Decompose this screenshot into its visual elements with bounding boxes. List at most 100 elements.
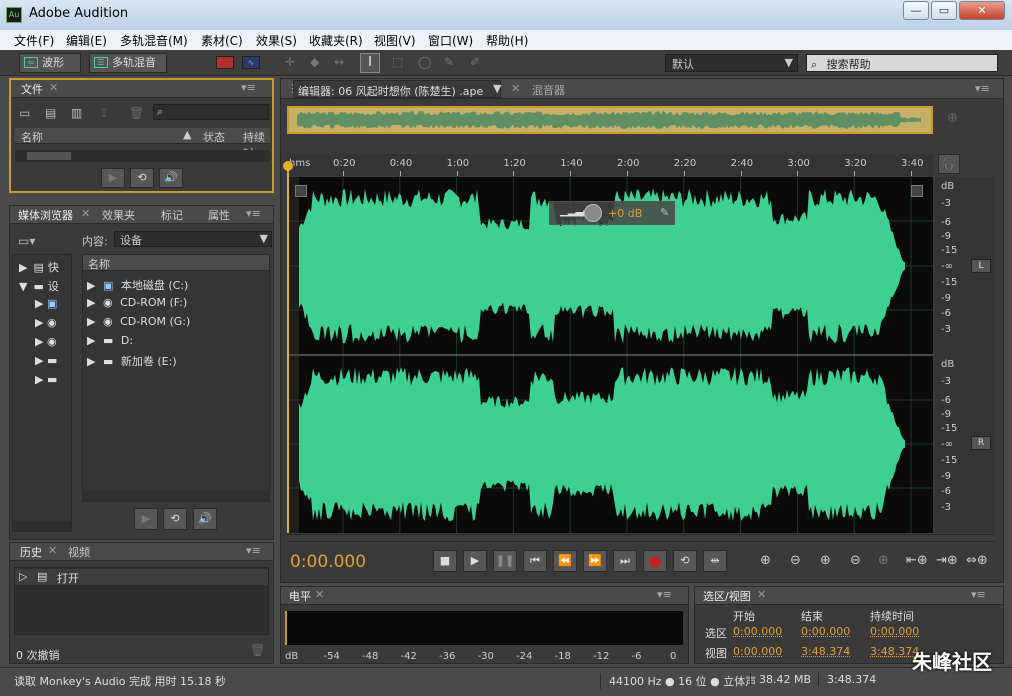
- fast-forward-button[interactable]: ⏩: [583, 550, 607, 572]
- close-icon[interactable]: ✕: [315, 588, 324, 601]
- hud-volume[interactable]: ▁▂▃▄ +0 dB ✎: [549, 201, 675, 225]
- tree-row[interactable]: ▶ ◉: [35, 316, 57, 329]
- tab-properties[interactable]: 属性: [208, 207, 230, 223]
- zoom-selection-icon[interactable]: ⇔⊕: [966, 553, 988, 568]
- brush-tool-icon[interactable]: ✎: [444, 55, 454, 69]
- zoom-out-full-icon[interactable]: ⊕: [878, 553, 889, 568]
- col-name[interactable]: 名称: [21, 129, 43, 145]
- tree-scrollbar[interactable]: [13, 521, 71, 531]
- menu-multitrack[interactable]: 多轨混音(M): [120, 32, 188, 49]
- view-start-value[interactable]: 0:00.000: [733, 645, 782, 658]
- selection-duration-value[interactable]: 0:00.000: [870, 625, 919, 638]
- export-icon[interactable]: ⇪: [99, 106, 109, 120]
- panel-menu-icon[interactable]: ▾≡: [246, 544, 261, 557]
- new-file-icon[interactable]: ▭: [19, 106, 30, 120]
- tree-row[interactable]: ▶ ▬: [35, 373, 57, 386]
- list-item[interactable]: ▶ ▬ D:: [87, 334, 133, 347]
- zoom-out-point-icon[interactable]: ⇥⊕: [936, 553, 958, 568]
- spot-healing-icon[interactable]: ✐: [470, 55, 480, 69]
- zoom-in-point-icon[interactable]: ⇤⊕: [906, 553, 928, 568]
- play-button[interactable]: ▶: [463, 550, 487, 572]
- panel-menu-icon[interactable]: ▾≡: [657, 588, 672, 601]
- minimize-button[interactable]: —: [903, 1, 929, 20]
- scroll-thumb[interactable]: [27, 152, 71, 160]
- help-search-input[interactable]: ⌕ 搜索帮助: [806, 54, 998, 72]
- trash-icon[interactable]: 🗑: [250, 643, 265, 657]
- menu-clip[interactable]: 素材(C): [201, 32, 243, 49]
- open-folder-icon[interactable]: ▤: [45, 106, 56, 120]
- content-select[interactable]: 设备 ▼: [114, 231, 272, 247]
- play-preview-button[interactable]: ▶: [101, 168, 125, 188]
- waveform-display[interactable]: ▁▂▃▄ +0 dB ✎: [287, 177, 933, 533]
- volume-knob-icon[interactable]: [584, 204, 602, 222]
- trash-icon[interactable]: 🗑: [129, 106, 144, 120]
- tab-effects-rack[interactable]: 效果夹: [102, 207, 135, 223]
- menu-edit[interactable]: 编辑(E): [66, 32, 107, 49]
- loop-preview-button[interactable]: ⟲: [130, 168, 154, 188]
- menu-effects[interactable]: 效果(S): [256, 32, 297, 49]
- zoom-in-amplitude-icon[interactable]: ⊕: [760, 553, 771, 568]
- tab-mixer[interactable]: 混音器: [532, 82, 565, 98]
- tree-row[interactable]: ▶ ▤ 快: [19, 259, 59, 275]
- time-ruler[interactable]: hms 0:20 0:40 1:00 1:20 1:40 2:00 2:20 2:40 3:00…: [287, 154, 933, 176]
- history-item[interactable]: ▷ ▤ 打开: [15, 569, 268, 585]
- zoom-out-time-icon[interactable]: ⊖: [850, 553, 861, 568]
- tab-files[interactable]: 文件: [21, 81, 43, 97]
- rewind-button[interactable]: ⏪: [553, 550, 577, 572]
- files-scrollbar[interactable]: [15, 150, 270, 162]
- loop-preview-button[interactable]: ⟲: [163, 508, 187, 530]
- list-item[interactable]: ▶ ▣ 本地磁盘 (C:): [87, 277, 188, 293]
- menu-favorites[interactable]: 收藏夹(R): [309, 32, 363, 49]
- zoom-lock-icon[interactable]: ⊕: [947, 111, 958, 126]
- tab-video[interactable]: 视频: [68, 544, 90, 560]
- waveform-button[interactable]: ≈ 波形: [19, 53, 81, 73]
- slip-tool-icon[interactable]: ↔: [334, 55, 344, 69]
- lasso-tool-icon[interactable]: ◯: [418, 55, 431, 69]
- marquee-tool-icon[interactable]: ⬚: [392, 55, 403, 69]
- auto-play-button[interactable]: 🔊: [159, 168, 183, 188]
- list-scrollbar[interactable]: [83, 491, 269, 501]
- tree-row[interactable]: ▶ ◉: [35, 335, 57, 348]
- spectral-pitch-icon[interactable]: ∿: [242, 56, 260, 69]
- menu-file[interactable]: 文件(F): [14, 32, 54, 49]
- tab-selection-view[interactable]: 选区/视图: [703, 588, 751, 604]
- playhead[interactable]: [287, 163, 289, 533]
- list-item[interactable]: ▶ ◉ CD-ROM (G:): [87, 315, 190, 328]
- close-icon[interactable]: ✕: [757, 588, 766, 601]
- close-icon[interactable]: ✕: [511, 82, 520, 95]
- zoom-out-amplitude-icon[interactable]: ⊖: [790, 553, 801, 568]
- headphones-icon[interactable]: 🎧: [938, 154, 960, 174]
- selection-end-value[interactable]: 0:00.000: [801, 625, 850, 638]
- tab-history[interactable]: 历史: [20, 544, 42, 560]
- view-end-value[interactable]: 3:48.374: [801, 645, 850, 658]
- maximize-button[interactable]: ▭: [931, 1, 957, 20]
- pause-button[interactable]: ❚❚: [493, 550, 517, 572]
- list-item[interactable]: ▶ ▬ 新加卷 (E:): [87, 353, 177, 369]
- close-icon[interactable]: ✕: [81, 207, 90, 220]
- tab-media-browser[interactable]: 媒体浏览器: [18, 207, 73, 223]
- tab-markers[interactable]: 标记: [161, 207, 183, 223]
- spectral-frequency-icon[interactable]: [216, 56, 234, 69]
- panel-menu-icon[interactable]: ▾≡: [975, 82, 990, 95]
- horizontal-scrollbar[interactable]: [287, 534, 995, 542]
- multitrack-button[interactable]: ☰ 多轨混音: [89, 53, 167, 73]
- go-start-button[interactable]: ⏮: [523, 550, 547, 572]
- pin-icon[interactable]: ✎: [660, 206, 669, 219]
- playhead-handle[interactable]: [283, 161, 293, 171]
- fade-out-handle[interactable]: [911, 185, 923, 197]
- channel-r-button[interactable]: R: [971, 436, 991, 450]
- loop-button[interactable]: ⟲: [673, 550, 697, 572]
- insert-icon[interactable]: ▥: [71, 106, 82, 120]
- close-button[interactable]: ✕: [959, 1, 1005, 20]
- tab-levels[interactable]: 电平: [289, 588, 311, 604]
- razor-tool-icon[interactable]: ◆: [310, 55, 319, 69]
- tab-editor[interactable]: 编辑器: 06 风起时想你 (陈楚生) .ape: [293, 80, 501, 98]
- channel-l-button[interactable]: L: [971, 259, 991, 273]
- time-selection-tool-icon[interactable]: I: [360, 53, 380, 73]
- go-end-button[interactable]: ⏭: [613, 550, 637, 572]
- drive-icon[interactable]: ▭▾: [18, 234, 35, 248]
- panel-menu-icon[interactable]: ▾≡: [241, 81, 256, 94]
- auto-play-button[interactable]: 🔊: [193, 508, 217, 530]
- panel-menu-icon[interactable]: ▾≡: [971, 588, 986, 601]
- close-icon[interactable]: ✕: [48, 544, 57, 557]
